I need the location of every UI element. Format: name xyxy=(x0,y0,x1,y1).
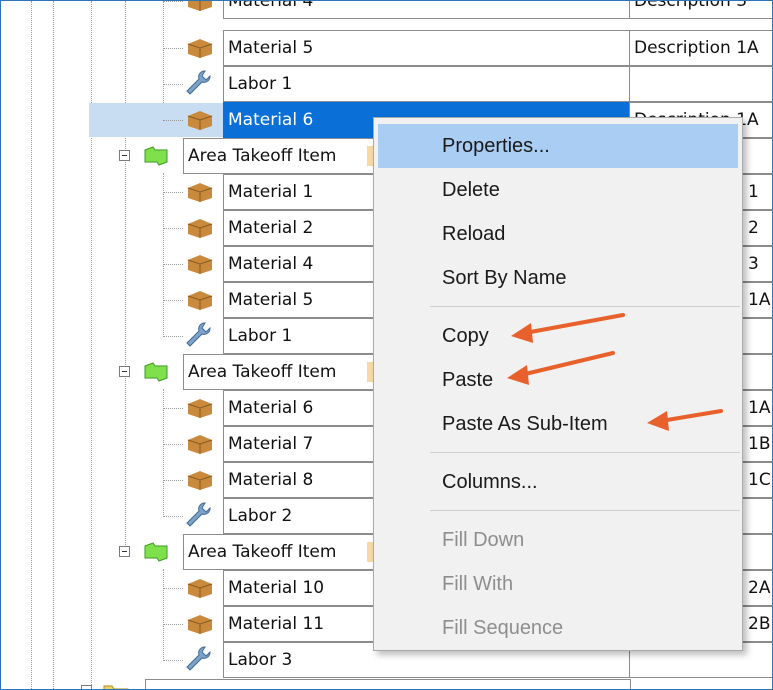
tree-row[interactable]: Material 4 Description 3 xyxy=(1,1,772,19)
item-description-text: 1A xyxy=(748,290,771,310)
tree-row[interactable]: Material 5 Description 1A xyxy=(1,30,772,66)
material-box-icon xyxy=(187,291,213,310)
material-box-icon xyxy=(187,111,213,130)
item-description-text: 1C xyxy=(748,470,771,490)
area-takeoff-icon xyxy=(144,362,168,382)
labor-wrench-icon xyxy=(186,646,211,671)
collapse-toggle[interactable] xyxy=(119,366,130,377)
labor-wrench-icon xyxy=(186,502,211,527)
menu-item-columns[interactable]: Columns... xyxy=(378,460,738,504)
material-box-icon xyxy=(187,39,213,58)
material-box-icon xyxy=(187,579,213,598)
item-description-cell[interactable]: Description 1A xyxy=(629,30,772,66)
material-box-icon xyxy=(187,435,213,454)
area-takeoff-icon xyxy=(144,542,168,562)
menu-separator xyxy=(430,306,740,307)
item-description-text: 1A xyxy=(748,398,771,418)
menu-separator xyxy=(430,452,740,453)
labor-wrench-icon xyxy=(186,70,211,95)
item-description-cell[interactable] xyxy=(629,66,772,102)
collapse-toggle[interactable] xyxy=(119,150,130,161)
material-box-icon xyxy=(187,255,213,274)
item-description-text: 3 xyxy=(748,254,759,274)
menu-item-paste-as-sub-item[interactable]: Paste As Sub-Item xyxy=(378,402,738,446)
menu-item-fill-sequence: Fill Sequence xyxy=(442,617,564,639)
item-name-cell[interactable]: Material 4 xyxy=(223,1,631,19)
material-box-icon xyxy=(187,399,213,418)
item-description-text: 1B xyxy=(748,434,771,454)
tree-view-frame: Material 4 Description 3 Material 5 Desc… xyxy=(0,0,773,690)
menu-item-copy[interactable]: Copy xyxy=(378,314,738,358)
collapse-toggle[interactable] xyxy=(81,685,92,689)
tree-row[interactable]: Labor 1 xyxy=(1,66,772,102)
area-takeoff-icon xyxy=(144,146,168,166)
material-box-icon xyxy=(187,183,213,202)
menu-item-reload[interactable]: Reload xyxy=(378,212,738,256)
menu-item-sort-by-name[interactable]: Sort By Name xyxy=(378,256,738,300)
item-description-text: 2 xyxy=(748,218,759,238)
context-menu: Properties... Delete Reload Sort By Name… xyxy=(373,117,743,651)
item-description-text: 2B xyxy=(748,614,771,634)
menu-item-paste[interactable]: Paste xyxy=(378,358,738,402)
material-box-icon xyxy=(187,219,213,238)
menu-item-delete[interactable]: Delete xyxy=(378,168,738,212)
item-description-text: 1 xyxy=(748,182,759,202)
menu-separator xyxy=(430,510,740,511)
material-box-icon xyxy=(188,1,212,11)
item-description-text: 2A xyxy=(748,578,771,598)
item-name-cell[interactable] xyxy=(145,679,631,689)
menu-item-fill-with: Fill With xyxy=(442,573,514,595)
collapse-toggle[interactable] xyxy=(119,546,130,557)
item-description-cell[interactable]: Description 3 xyxy=(629,1,772,19)
item-name-cell[interactable]: Material 5 xyxy=(223,30,631,66)
material-box-icon xyxy=(187,471,213,490)
folder-icon xyxy=(103,685,129,689)
tree-row-partial[interactable] xyxy=(1,679,772,689)
labor-wrench-icon xyxy=(186,322,211,347)
menu-item-fill-down: Fill Down xyxy=(442,529,525,551)
item-name-cell[interactable]: Labor 1 xyxy=(223,66,631,102)
material-box-icon xyxy=(187,615,213,634)
menu-item-properties[interactable]: Properties... xyxy=(378,124,738,168)
